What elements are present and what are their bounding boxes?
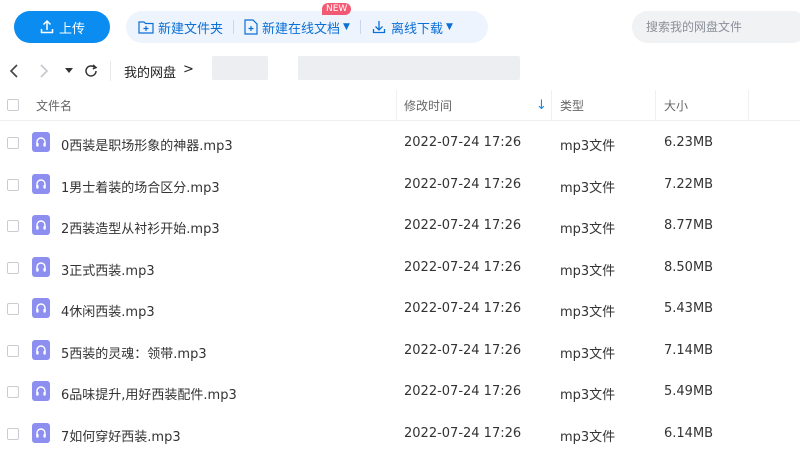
headphones-icon — [32, 215, 50, 235]
toolbar-actions: 新建文件夹 新建在线文档 ▼ NEW 离线下载 ▼ — [126, 3, 488, 43]
table-row[interactable]: 0西装是职场形象的神器.mp3 2022-07-24 17:26 mp3文件 6.23… — [0, 123, 800, 164]
row-checkbox[interactable] — [7, 386, 19, 398]
headphones-icon — [32, 256, 50, 277]
column-header-modified[interactable]: 修改时间 — [404, 90, 452, 120]
file-name[interactable]: 6品味提升,用好西装配件.mp3 — [61, 384, 237, 403]
new-online-doc-button[interactable]: 新建在线文档 ▼ NEW — [244, 3, 352, 43]
column-divider — [551, 90, 552, 120]
table-row[interactable]: 7如何穿好西装.mp3 2022-07-24 17:26 mp3文件 6.14MB — [0, 414, 800, 455]
chevron-down-icon: ▼ — [343, 22, 350, 32]
row-checkbox[interactable] — [7, 137, 19, 149]
upload-label: 上传 — [58, 21, 85, 37]
file-name[interactable]: 2西装造型从衬衫开始.mp3 — [61, 218, 220, 237]
upload-button[interactable]: 上传 — [14, 11, 110, 43]
document-plus-icon — [244, 19, 258, 35]
headphones-icon — [32, 298, 50, 318]
column-header-name[interactable]: 文件名 — [36, 90, 72, 120]
search-box[interactable] — [632, 11, 800, 43]
sort-arrow-icon[interactable]: ↓ — [536, 90, 547, 120]
file-type: mp3文件 — [560, 346, 616, 362]
file-type: mp3文件 — [560, 139, 616, 154]
file-modified-time: 2022-07-24 17:26 — [404, 135, 522, 150]
header-divider — [0, 120, 800, 121]
file-modified-time: 2022-07-24 17:26 — [404, 218, 522, 233]
row-checkbox[interactable] — [7, 344, 19, 357]
new-folder-label: 新建文件夹 — [158, 21, 224, 37]
row-checkbox[interactable] — [7, 261, 19, 274]
file-modified-time: 2022-07-24 17:26 — [404, 176, 522, 192]
file-name[interactable]: 5西装的灵魂：领带.mp3 — [61, 343, 207, 362]
toolbar-divider — [359, 20, 361, 34]
file-size: 6.23MB — [664, 135, 714, 150]
table-row[interactable]: 2西装造型从衬衫开始.mp3 2022-07-24 17:26 mp3文件 8.77M… — [0, 206, 800, 247]
file-name[interactable]: 0西装是职场形象的神器.mp3 — [61, 135, 233, 154]
file-type: mp3文件 — [560, 263, 616, 279]
headphones-icon — [32, 381, 50, 401]
forward-icon[interactable] — [36, 62, 52, 80]
file-modified-time: 2022-07-24 17:26 — [404, 342, 522, 358]
file-modified-time: 2022-07-24 17:26 — [404, 301, 522, 316]
offline-download-label: 离线下载 — [390, 21, 443, 37]
file-size: 8.50MB — [664, 259, 714, 275]
file-type: mp3文件 — [560, 305, 616, 320]
upload-icon — [40, 19, 54, 34]
chevron-down-icon: ▼ — [445, 22, 453, 32]
column-divider — [655, 90, 656, 120]
row-checkbox[interactable] — [7, 303, 19, 315]
file-name[interactable]: 3正式西装.mp3 — [61, 260, 155, 279]
table-row[interactable]: 3正式西装.mp3 2022-07-24 17:26 mp3文件 8.50MB — [0, 248, 800, 289]
file-size: 8.77MB — [664, 218, 714, 233]
download-icon — [372, 21, 386, 34]
table-row[interactable]: 1男士着装的场合区分.mp3 2022-07-24 17:26 mp3文件 7.22M… — [0, 165, 800, 206]
table-row[interactable]: 5西装的灵魂：领带.mp3 2022-07-24 17:26 mp3文件 7.14MB — [0, 331, 800, 372]
file-modified-time: 2022-07-24 17:26 — [404, 425, 522, 441]
folder-plus-icon — [138, 21, 154, 34]
headphones-icon — [32, 173, 50, 194]
file-type: mp3文件 — [560, 388, 616, 403]
row-checkbox[interactable] — [7, 427, 19, 440]
toolbar-divider — [233, 20, 235, 34]
column-header-type[interactable]: 类型 — [560, 90, 584, 120]
file-type: mp3文件 — [560, 429, 616, 445]
column-divider — [396, 90, 397, 120]
headphones-icon — [32, 339, 50, 360]
column-divider — [748, 90, 749, 120]
file-size: 7.14MB — [664, 342, 714, 358]
file-modified-time: 2022-07-24 17:26 — [404, 259, 522, 275]
redacted-breadcrumb — [298, 56, 520, 80]
file-type: mp3文件 — [560, 222, 616, 237]
file-modified-time: 2022-07-24 17:26 — [404, 384, 522, 399]
row-checkbox[interactable] — [7, 178, 19, 191]
headphones-icon — [32, 132, 50, 152]
file-size: 6.14MB — [664, 425, 714, 441]
new-folder-button[interactable]: 新建文件夹 — [138, 11, 223, 43]
nav-divider — [110, 61, 111, 81]
file-name[interactable]: 1男士着装的场合区分.mp3 — [61, 177, 220, 196]
redacted-breadcrumb — [212, 56, 268, 80]
back-icon[interactable] — [6, 62, 22, 80]
offline-download-button[interactable]: 离线下载 ▼ — [371, 11, 453, 43]
breadcrumb-root[interactable]: 我的网盘 — [124, 62, 176, 81]
new-online-doc-label: 新建在线文档 — [262, 21, 341, 37]
table-row[interactable]: 4休闲西装.mp3 2022-07-24 17:26 mp3文件 5.43MB — [0, 289, 800, 330]
file-size: 5.43MB — [664, 301, 714, 316]
column-header-size[interactable]: 大小 — [664, 90, 688, 120]
search-input[interactable] — [644, 19, 798, 35]
file-size: 7.22MB — [664, 176, 714, 192]
headphones-icon — [32, 422, 50, 443]
refresh-icon[interactable] — [82, 61, 100, 81]
history-dropdown-icon[interactable] — [62, 62, 76, 80]
breadcrumb-separator: > — [183, 62, 194, 77]
file-size: 5.49MB — [664, 384, 714, 399]
new-badge: NEW — [322, 3, 352, 15]
file-name[interactable]: 4休闲西装.mp3 — [61, 301, 155, 320]
file-name[interactable]: 7如何穿好西装.mp3 — [61, 426, 181, 445]
table-row[interactable]: 6品味提升,用好西装配件.mp3 2022-07-24 17:26 mp3文件 5.4… — [0, 372, 800, 413]
select-all-checkbox[interactable] — [7, 99, 19, 111]
file-type: mp3文件 — [560, 180, 616, 196]
row-checkbox[interactable] — [7, 220, 19, 232]
